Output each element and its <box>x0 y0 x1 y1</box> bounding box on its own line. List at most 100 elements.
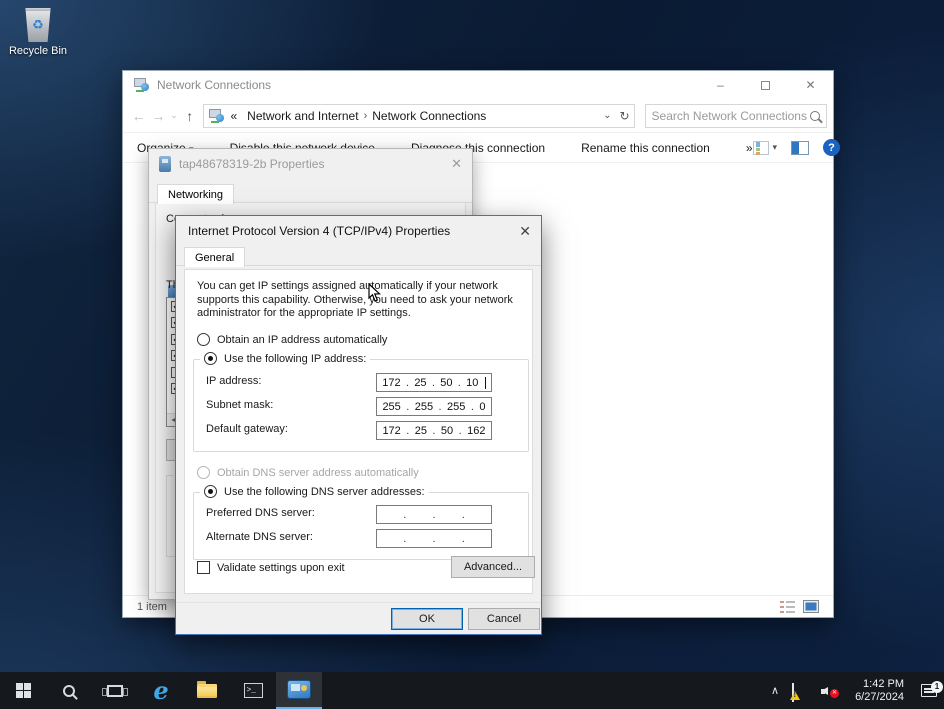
action-center-button[interactable]: 1 <box>914 684 944 697</box>
tap-close-icon[interactable]: ✕ <box>451 156 462 172</box>
address-bar[interactable]: « Network and Internet › Network Connect… <box>203 104 634 128</box>
intro-text: You can get IP settings assigned automat… <box>197 280 533 321</box>
rename-connection-button[interactable]: Rename this connection <box>581 141 710 155</box>
file-explorer-button[interactable] <box>184 672 230 709</box>
more-commands-chevron[interactable]: » <box>746 141 753 155</box>
notification-badge: 1 <box>931 681 943 693</box>
tab-general[interactable]: General <box>184 247 245 267</box>
search-input[interactable]: Search Network Connections <box>645 104 827 128</box>
search-icon <box>63 685 75 697</box>
alternate-dns-label: Alternate DNS server: <box>206 531 313 543</box>
ok-button[interactable]: OK <box>391 608 463 630</box>
radio-icon[interactable] <box>197 333 210 346</box>
radio-obtain-ip[interactable]: Obtain an IP address automatically <box>197 333 387 346</box>
text-caret <box>485 377 486 389</box>
recent-locations-icon[interactable]: ⌄ <box>168 110 180 121</box>
tray-volume-icon[interactable]: ✕ <box>821 684 839 698</box>
alternate-dns-field[interactable]: . . . <box>376 529 492 548</box>
radio-use-dns[interactable]: Use the following DNS server addresses: <box>200 485 429 498</box>
network-connection-item-fragment[interactable] <box>129 243 149 275</box>
network-connections-icon <box>133 78 149 92</box>
network-connections-taskbar-button[interactable] <box>276 672 322 709</box>
internet-explorer-button[interactable]: e <box>138 672 184 709</box>
tap-dialog-titlebar[interactable]: tap48678319-2b Properties ✕ <box>149 149 472 179</box>
ipv4-close-icon[interactable]: ✕ <box>519 223 531 240</box>
tray-time: 1:42 PM <box>855 678 904 691</box>
close-button[interactable]: ✕ <box>788 71 833 99</box>
recycle-bin-label: Recycle Bin <box>6 45 70 57</box>
volume-muted-icon: ✕ <box>830 689 839 698</box>
default-gateway-label: Default gateway: <box>206 423 288 435</box>
network-warning-icon <box>790 691 800 700</box>
use-dns-groupbox: Use the following DNS server addresses: … <box>193 492 529 560</box>
ip-address-field[interactable]: 172. 25. 50. 10 <box>376 373 492 392</box>
radio-icon-disabled <box>197 466 210 479</box>
windows-logo-icon <box>16 683 31 698</box>
tab-networking[interactable]: Networking <box>157 184 234 204</box>
cancel-button[interactable]: Cancel <box>468 608 540 630</box>
search-icon[interactable] <box>810 111 820 121</box>
radio-obtain-dns: Obtain DNS server address automatically <box>197 466 419 479</box>
tap-dialog-title: tap48678319-2b Properties <box>179 157 324 171</box>
minimize-button[interactable]: – <box>698 71 743 99</box>
help-button[interactable]: ? <box>823 139 840 156</box>
tray-overflow-chevron[interactable]: ∧ <box>763 684 787 697</box>
taskbar-clock[interactable]: 1:42 PM 6/27/2024 <box>855 678 904 704</box>
breadcrumb-overflow[interactable]: « <box>230 109 237 123</box>
preview-pane-button[interactable] <box>791 141 809 155</box>
advanced-button[interactable]: Advanced... <box>451 556 535 578</box>
breadcrumb-network-connections[interactable]: Network Connections <box>372 109 486 123</box>
change-view-button[interactable]: ▾ <box>753 141 778 155</box>
system-tray: ∧ ✕ 1:42 PM 6/27/2024 1 <box>763 672 944 709</box>
command-prompt-icon: >_ <box>244 683 263 698</box>
preferred-dns-field[interactable]: . . . <box>376 505 492 524</box>
network-connections-app-icon <box>288 681 310 698</box>
ipv4-dialog-title: Internet Protocol Version 4 (TCP/IPv4) P… <box>188 224 450 238</box>
items-count: 1 item <box>137 601 167 613</box>
search-placeholder: Search Network Connections <box>652 109 807 123</box>
folder-icon <box>197 684 217 698</box>
up-icon[interactable]: ↑ <box>180 108 200 124</box>
breadcrumb-separator: › <box>364 110 368 122</box>
ipv4-dialog-titlebar[interactable]: Internet Protocol Version 4 (TCP/IPv4) P… <box>176 216 541 246</box>
ip-address-label: IP address: <box>206 375 261 387</box>
explorer-titlebar[interactable]: Network Connections – ✕ <box>123 71 833 99</box>
recycle-bin[interactable]: ♻ Recycle Bin <box>6 6 70 72</box>
address-dropdown-icon[interactable]: ⌄ <box>603 110 611 121</box>
thumbnail-view-icon[interactable] <box>803 600 819 613</box>
window-title: Network Connections <box>157 78 271 92</box>
subnet-mask-label: Subnet mask: <box>206 399 273 411</box>
maximize-button[interactable] <box>743 71 788 99</box>
command-prompt-button[interactable]: >_ <box>230 672 276 709</box>
validate-settings-checkbox[interactable]: Validate settings upon exit <box>197 561 345 574</box>
forward-icon[interactable]: → <box>149 108 169 124</box>
internet-explorer-icon: e <box>153 681 168 701</box>
ipv4-properties-dialog: Internet Protocol Version 4 (TCP/IPv4) P… <box>175 215 542 635</box>
breadcrumb-network-and-internet[interactable]: Network and Internet <box>247 109 358 123</box>
task-view-icon <box>107 685 123 697</box>
recycle-bin-icon: ♻ <box>23 8 53 42</box>
subnet-mask-field[interactable]: 255. 255. 255. 0 <box>376 397 492 416</box>
address-location-icon <box>208 109 224 123</box>
radio-icon-selected[interactable] <box>204 352 217 365</box>
radio-use-ip[interactable]: Use the following IP address: <box>200 352 370 365</box>
checkbox-icon[interactable] <box>197 561 210 574</box>
view-mode-icon <box>753 141 769 155</box>
default-gateway-field[interactable]: 172. 25. 50. 162 <box>376 421 492 440</box>
view-caret-icon: ▾ <box>773 142 778 153</box>
preferred-dns-label: Preferred DNS server: <box>206 507 315 519</box>
start-button[interactable] <box>0 672 46 709</box>
maximize-icon <box>761 81 770 90</box>
refresh-icon[interactable]: ↻ <box>619 109 629 123</box>
adapter-icon <box>159 156 171 172</box>
task-view-button[interactable] <box>92 672 138 709</box>
details-view-icon[interactable] <box>780 601 795 613</box>
radio-icon-selected[interactable] <box>204 485 217 498</box>
use-ip-groupbox: Use the following IP address: IP address… <box>193 359 529 452</box>
taskbar-search-button[interactable] <box>46 672 92 709</box>
tray-date: 6/27/2024 <box>855 691 904 704</box>
tray-network-icon[interactable] <box>792 684 810 698</box>
navigation-bar: ← → ⌄ ↑ « Network and Internet › Network… <box>123 99 833 133</box>
back-icon[interactable]: ← <box>129 108 149 124</box>
taskbar: e >_ ∧ ✕ 1:42 PM 6/27/2024 1 <box>0 672 944 709</box>
